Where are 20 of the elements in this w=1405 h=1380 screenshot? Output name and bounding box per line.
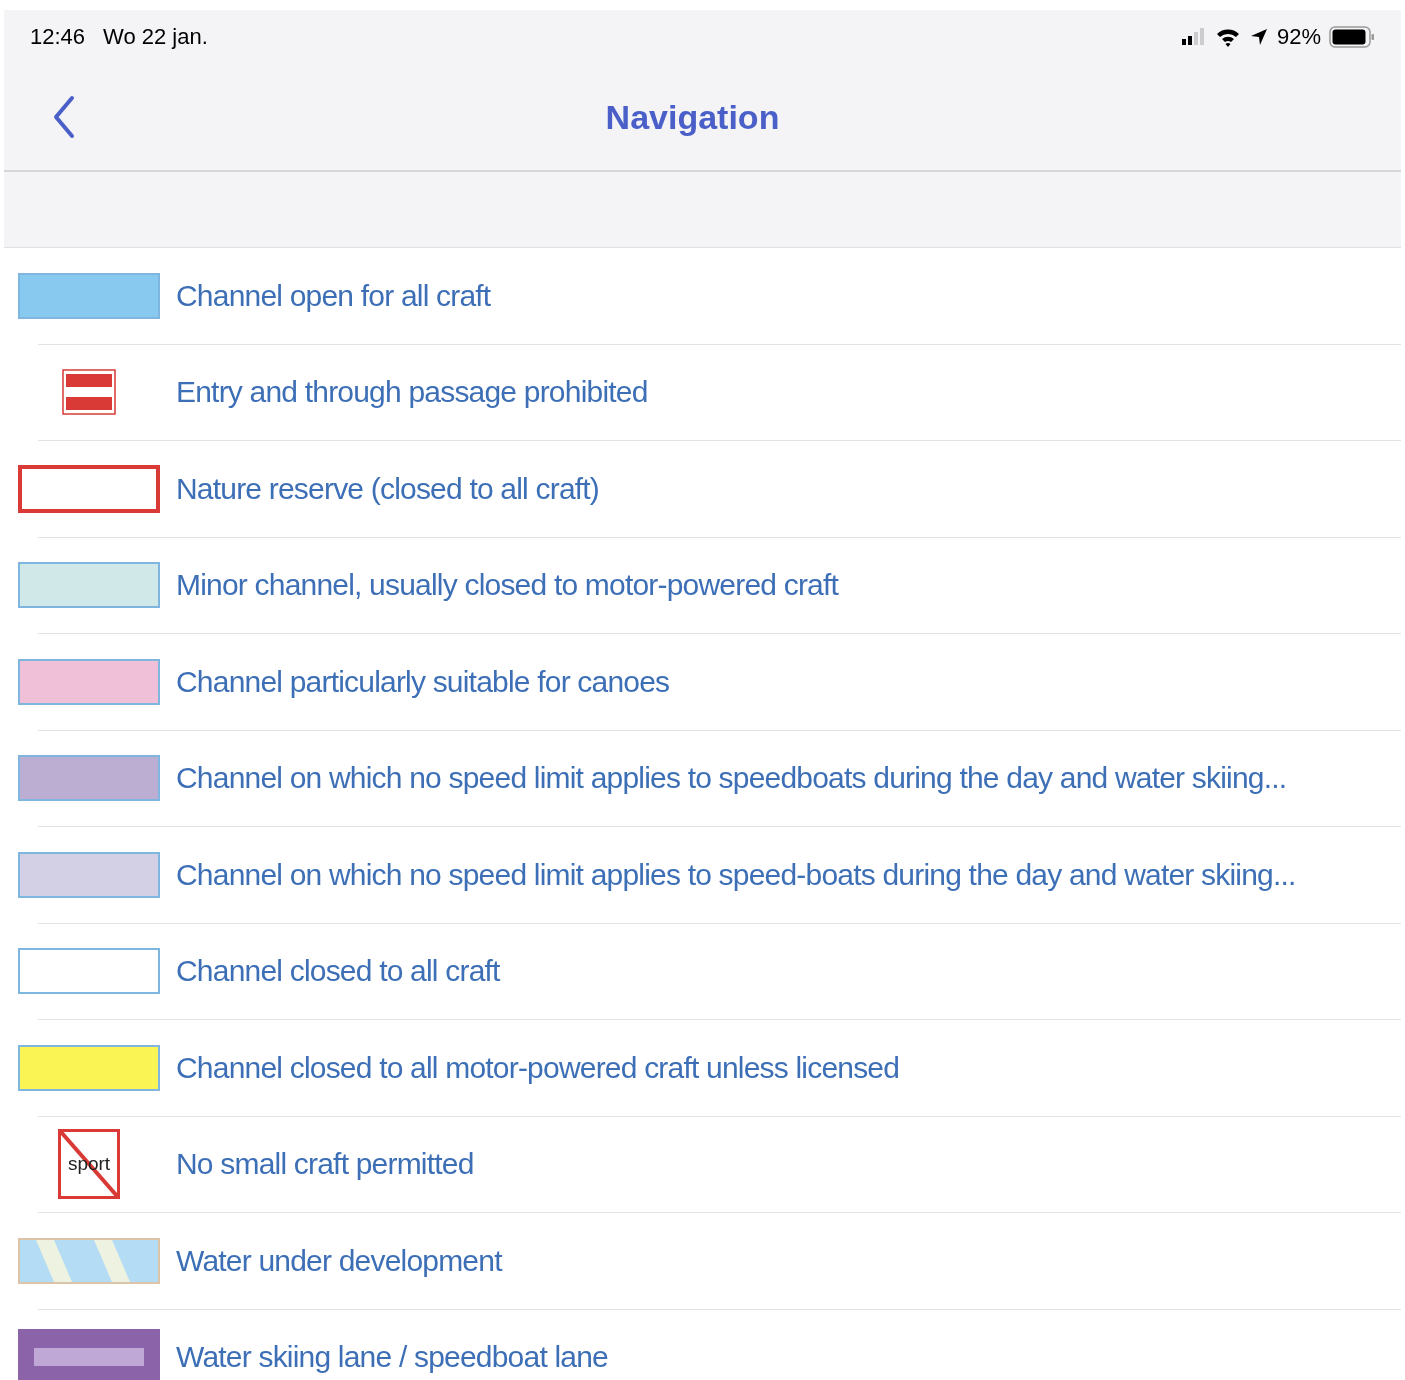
chevron-left-icon <box>52 95 76 139</box>
legend-label: Channel on which no speed limit applies to speed-boats during the day and water skiing... <box>176 857 1296 892</box>
no-entry-sign-icon <box>62 369 116 416</box>
status-date: Wo 22 jan. <box>103 24 208 50</box>
battery-icon <box>1329 26 1375 48</box>
page-title: Navigation <box>604 97 781 137</box>
legend-label: Water under development <box>176 1243 502 1278</box>
legend-label: Channel particularly suitable for canoes <box>176 664 670 699</box>
legend-label: Entry and through passage prohibited <box>176 375 648 410</box>
legend-label: No small craft permitted <box>176 1147 474 1182</box>
status-time: 12:46 <box>30 24 86 50</box>
legend-label: Water skiing lane / speedboat lane <box>176 1340 608 1375</box>
legend-label: Channel on which no speed limit applies to speedboats during the day and water skiing... <box>176 761 1287 796</box>
legend-label: Minor channel, usually closed to motor-powered craft <box>176 568 839 603</box>
legend-label: Channel closed to all craft <box>176 954 500 989</box>
signal-icon <box>1180 27 1207 47</box>
battery-percentage: 92% <box>1276 24 1321 50</box>
legend-label: Channel closed to all motor-powered craft unless licensed <box>176 1050 900 1085</box>
legend-label: Channel open for all craft <box>176 278 491 313</box>
legend-label: Nature reserve (closed to all craft) <box>176 471 600 506</box>
